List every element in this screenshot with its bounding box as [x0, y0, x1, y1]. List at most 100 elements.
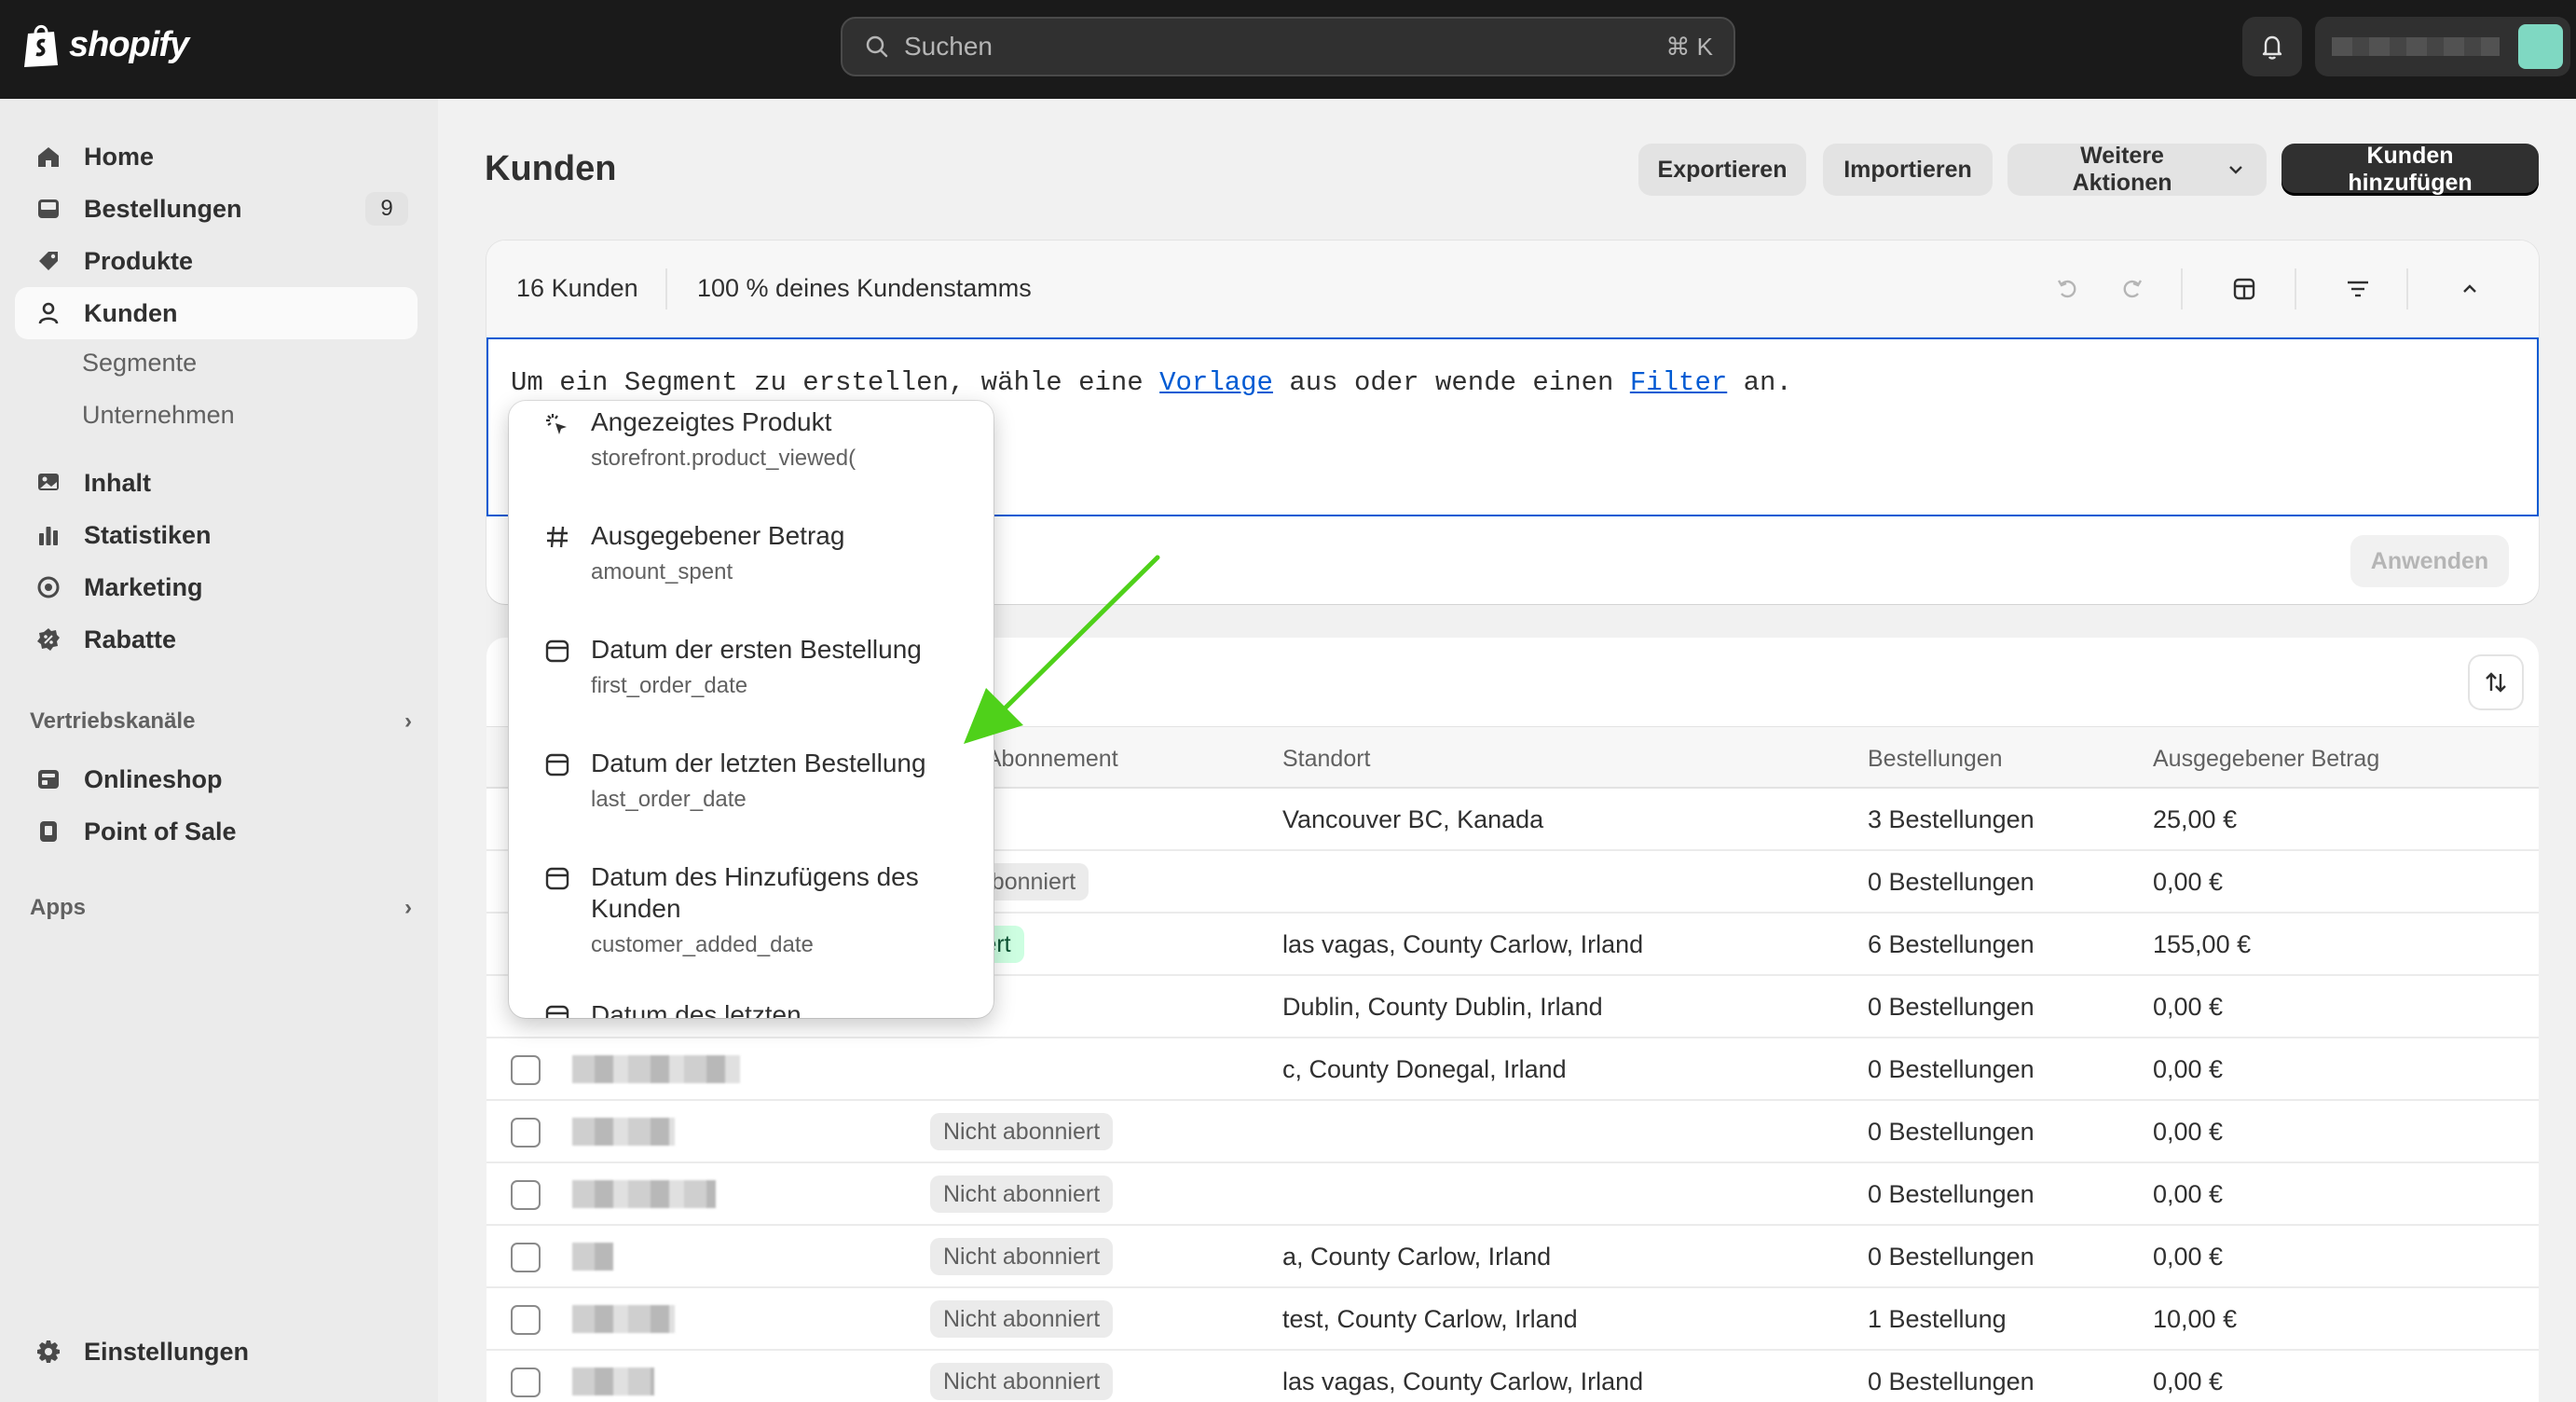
person-icon — [34, 298, 63, 328]
customer-name-redacted — [572, 1118, 675, 1146]
editor-hint: Um ein Segment zu erstellen, wähle eine … — [511, 367, 1792, 398]
amount-cell: 0,00 € — [2153, 1368, 2224, 1395]
location-cell: Dublin, County Dublin, Irland — [1282, 993, 1603, 1021]
sort-icon — [2486, 672, 2506, 693]
shopify-logo[interactable]: shopify — [21, 21, 189, 69]
row-checkbox[interactable] — [511, 1055, 541, 1085]
customer-name-redacted — [572, 1180, 716, 1208]
apps-heading[interactable]: Apps › — [30, 895, 412, 921]
subscription-badge: Nicht abonniert — [930, 1363, 1114, 1400]
table-row[interactable]: Nicht abonniert las vagas, County Carlow… — [486, 1351, 2539, 1402]
notifications-button[interactable] — [2242, 17, 2302, 76]
account-menu[interactable] — [2315, 17, 2570, 76]
row-checkbox[interactable] — [511, 1180, 541, 1210]
amount-cell: 10,00 € — [2153, 1305, 2238, 1333]
sidebar-item-customers[interactable]: Kunden — [15, 287, 418, 339]
orders-count-badge: 9 — [365, 192, 408, 226]
sidebar-item-online-store[interactable]: Onlineshop — [15, 753, 418, 805]
orders-cell: 0 Bestellungen — [1868, 1243, 2035, 1271]
sidebar-item-label: Kunden — [84, 298, 178, 327]
more-actions-button[interactable]: Weitere Aktionen — [2007, 143, 2267, 196]
export-button[interactable]: Exportieren — [1638, 144, 1806, 196]
amount-cell: 0,00 € — [2153, 1180, 2224, 1208]
filter-option-title: Datum des Hinzufügens des Kunden — [591, 862, 919, 923]
table-row[interactable]: Nicht abonniert a, County Carlow, Irland… — [486, 1226, 2539, 1288]
filter-button[interactable] — [2337, 268, 2378, 309]
redo-button[interactable] — [2112, 268, 2153, 309]
bar-chart-icon — [34, 520, 63, 550]
page-title: Kunden — [485, 149, 617, 188]
apps-label: Apps — [30, 895, 86, 920]
templates-button[interactable] — [2224, 268, 2265, 309]
filter-option-customer-added-date[interactable]: Datum des Hinzufügens des Kunden custome… — [509, 852, 993, 994]
annotation-arrow-icon — [964, 555, 1160, 744]
sidebar-item-label: Home — [84, 142, 155, 171]
customer-count-number: 16 — [516, 274, 545, 302]
cursor-click-icon — [542, 410, 572, 440]
apply-button[interactable]: Anwenden — [2350, 535, 2509, 587]
search-shortcut: ⌘ K — [1665, 32, 1713, 61]
shopify-bag-icon — [24, 24, 58, 67]
search-bar[interactable]: ⌘ K — [841, 17, 1735, 76]
sidebar-item-label: Statistiken — [84, 520, 212, 549]
sidebar-item-home[interactable]: Home — [15, 131, 418, 183]
filter-option-last-order-date[interactable]: Datum der letzten Bestellung last_order_… — [509, 738, 993, 850]
filter-option-first-order-date[interactable]: Datum der ersten Bestellung first_order_… — [509, 625, 993, 736]
row-checkbox[interactable] — [511, 1368, 541, 1397]
filter-option-key: amount_spent — [591, 559, 733, 584]
search-input[interactable] — [904, 32, 1666, 62]
sort-button[interactable] — [2470, 656, 2522, 708]
add-customer-button[interactable]: Kunden hinzufügen — [2281, 143, 2539, 196]
more-actions-label: Weitere Aktionen — [2072, 143, 2172, 196]
sidebar-subitem-segments[interactable]: Segmente — [82, 349, 197, 378]
sidebar-item-point-of-sale[interactable]: Point of Sale — [15, 805, 418, 858]
orders-cell: 0 Bestellungen — [1868, 1055, 2035, 1083]
sales-channels-label: Vertriebskanäle — [30, 708, 196, 734]
account-name-redacted — [2332, 37, 2500, 56]
sidebar-item-settings[interactable]: Einstellungen — [15, 1326, 418, 1378]
amount-cell: 155,00 € — [2153, 930, 2252, 958]
row-checkbox[interactable] — [511, 1118, 541, 1148]
location-cell: las vagas, County Carlow, Irland — [1282, 1368, 1644, 1395]
filter-option-key: last_order_date — [591, 787, 747, 812]
collapse-button[interactable] — [2449, 268, 2490, 309]
row-checkbox[interactable] — [511, 1243, 541, 1272]
sidebar-item-label: Rabatte — [84, 625, 177, 653]
sidebar-item-marketing[interactable]: Marketing — [15, 561, 418, 613]
row-checkbox[interactable] — [511, 1305, 541, 1335]
sales-channels-heading[interactable]: Vertriebskanäle › — [30, 708, 412, 735]
import-button[interactable]: Importieren — [1823, 144, 1993, 196]
sidebar-item-orders[interactable]: Bestellungen 9 — [15, 183, 418, 235]
customer-name-redacted — [572, 1243, 613, 1271]
template-link[interactable]: Vorlage — [1159, 367, 1273, 398]
table-row[interactable]: Nicht abonniert 0 Bestellungen 0,00 € — [486, 1163, 2539, 1226]
template-icon — [2233, 278, 2255, 300]
orders-cell: 0 Bestellungen — [1868, 993, 2035, 1021]
filter-option-amount-spent[interactable]: Ausgegebener Betrag amount_spent — [509, 511, 993, 623]
table-row[interactable]: c, County Donegal, Irland 0 Bestellungen… — [486, 1038, 2539, 1101]
filter-link[interactable]: Filter — [1630, 367, 1727, 398]
calendar-icon — [542, 636, 572, 666]
column-header-orders[interactable]: Bestellungen — [1868, 746, 2003, 773]
filter-option-title: Datum des letzten — [591, 1000, 802, 1018]
undo-button[interactable] — [2047, 268, 2088, 309]
undo-icon — [2057, 280, 2076, 298]
amount-cell: 0,00 € — [2153, 993, 2224, 1021]
filter-option-key: first_order_date — [591, 673, 748, 698]
editor-hint-suffix: an. — [1727, 367, 1792, 398]
filter-option-partial[interactable]: Datum des letzten — [509, 994, 993, 1018]
sidebar-item-products[interactable]: Produkte — [15, 235, 418, 287]
orders-cell: 3 Bestellungen — [1868, 805, 2035, 833]
sidebar-subitem-companies[interactable]: Unternehmen — [82, 401, 235, 430]
top-bar: shopify ⌘ K — [0, 0, 2576, 99]
filter-option-product-viewed[interactable]: Angezeigtes Produkt storefront.product_v… — [509, 401, 993, 509]
table-row[interactable]: Nicht abonniert 0 Bestellungen 0,00 € — [486, 1101, 2539, 1163]
table-row[interactable]: Nicht abonniert test, County Carlow, Irl… — [486, 1288, 2539, 1351]
sidebar-item-content[interactable]: Inhalt — [15, 457, 418, 509]
column-header-location[interactable]: Standort — [1282, 746, 1371, 773]
chevron-down-icon — [2229, 166, 2242, 174]
sidebar-item-analytics[interactable]: Statistiken — [15, 509, 418, 561]
amount-cell: 25,00 € — [2153, 805, 2238, 833]
column-header-amount-spent[interactable]: Ausgegebener Betrag — [2153, 746, 2379, 773]
sidebar-item-discounts[interactable]: Rabatte — [15, 613, 418, 666]
